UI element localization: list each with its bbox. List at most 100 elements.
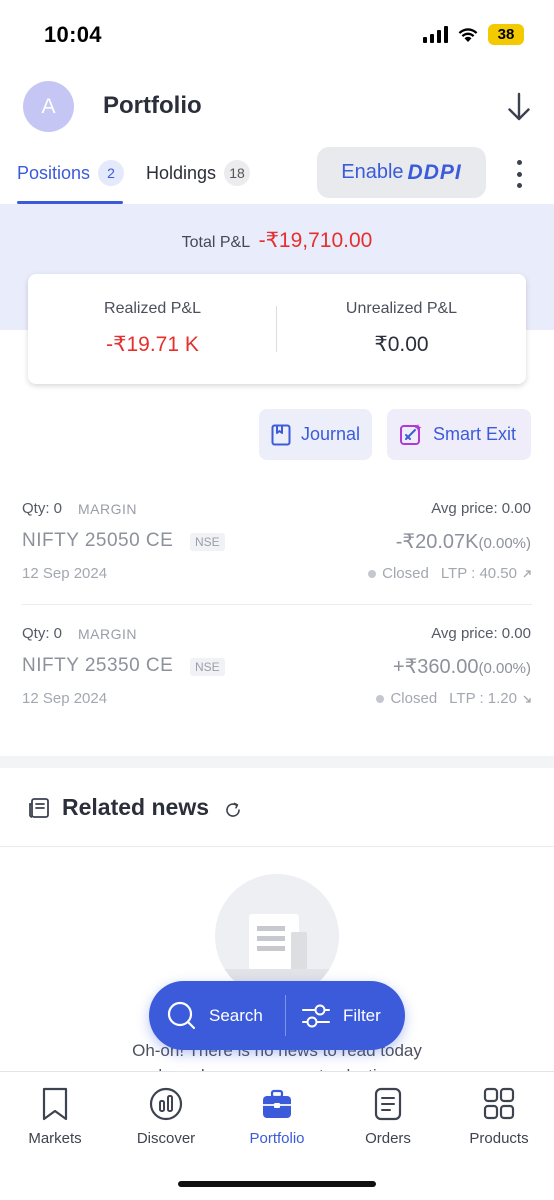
position-avg-price: Avg price: 0.00 <box>431 500 531 517</box>
position-ltp: LTP : 40.50 <box>440 565 517 582</box>
pnl-card: Realized P&L -₹19.71 K Unrealized P&L ₹0… <box>28 274 526 384</box>
filter-button[interactable]: Filter <box>301 981 381 1050</box>
app-header: A Portfolio <box>0 78 554 136</box>
refresh-icon[interactable] <box>224 801 242 819</box>
smart-exit-button[interactable]: Smart Exit <box>387 409 531 460</box>
status-dot-icon <box>368 569 377 578</box>
briefcase-icon <box>263 1089 291 1118</box>
nav-label: Markets <box>28 1130 82 1147</box>
position-date: 12 Sep 2024 <box>22 690 108 707</box>
tab-label: Holdings <box>146 162 217 183</box>
search-label: Search <box>209 1005 263 1025</box>
page-title: Portfolio <box>103 92 202 119</box>
unrealized-pnl-label: Unrealized P&L <box>345 300 458 317</box>
wifi-icon <box>458 28 478 42</box>
position-status: Closed LTP : 1.20 <box>376 690 531 707</box>
nav-label: Products <box>469 1130 529 1147</box>
position-row[interactable]: Qty: 0 MARGIN Avg price: 0.00 NIFTY 2535… <box>0 625 554 735</box>
tab-positions[interactable]: Positions 2 <box>17 160 125 186</box>
position-qty: Qty: 0 <box>22 625 63 642</box>
smart-exit-label: Smart Exit <box>433 424 517 444</box>
trend-down-icon <box>523 695 531 703</box>
news-icon <box>29 798 49 818</box>
position-date: 12 Sep 2024 <box>22 565 108 582</box>
nav-markets[interactable]: Markets <box>0 1086 110 1147</box>
status-dot-icon <box>376 694 385 703</box>
journal-button[interactable]: Journal <box>259 409 372 460</box>
position-status: Closed LTP : 40.50 <box>368 565 531 582</box>
position-pnl-value: -₹20.07K <box>395 531 479 553</box>
portfolio-tabs: Positions 2 Holdings 18 Enable DDPI <box>0 146 554 204</box>
nav-portfolio[interactable]: Portfolio <box>222 1086 332 1147</box>
enable-ddpi-button[interactable]: Enable DDPI <box>317 147 486 198</box>
empty-news-illustration <box>215 874 339 998</box>
section-separator <box>0 756 554 768</box>
news-divider <box>0 846 554 847</box>
fab-divider <box>285 995 286 1036</box>
total-pnl-label: Total P&L <box>181 234 251 251</box>
realized-pnl-label: Realized P&L <box>104 300 201 317</box>
position-qty: Qty: 0 <box>22 500 63 517</box>
total-pnl: Total P&L -₹19,710.00 <box>0 228 554 253</box>
total-pnl-value: -₹19,710.00 <box>258 229 373 252</box>
discover-icon <box>149 1087 183 1121</box>
ddpi-logo: DDPI <box>407 160 462 184</box>
position-status-label: Closed <box>390 690 438 707</box>
tab-label: Positions <box>17 162 91 183</box>
status-icons: 38 <box>423 24 524 45</box>
exchange-badge: NSE <box>190 658 225 676</box>
avatar[interactable]: A <box>23 81 74 132</box>
nav-label: Discover <box>136 1130 196 1147</box>
unrealized-pnl: Unrealized P&L ₹0.00 <box>277 274 526 384</box>
position-name: NIFTY 25350 CE <box>22 655 174 676</box>
status-bar: 10:04 38 <box>0 0 554 70</box>
position-pnl-percent: (0.00%) <box>478 535 531 552</box>
search-icon <box>167 1001 196 1029</box>
position-pnl-value: +₹360.00 <box>392 656 479 678</box>
grid-icon <box>483 1087 515 1120</box>
tab-count-badge: 18 <box>224 160 251 186</box>
tab-count-badge: 2 <box>98 160 125 186</box>
home-indicator <box>178 1181 376 1187</box>
newspaper-icon <box>215 914 339 998</box>
nav-products[interactable]: Products <box>444 1086 554 1147</box>
signal-icon <box>423 26 448 43</box>
smart-exit-icon <box>400 423 422 445</box>
journal-icon <box>271 424 291 445</box>
nav-discover[interactable]: Discover <box>111 1086 221 1147</box>
position-pnl: -₹20.07K(0.00%) <box>396 529 531 554</box>
download-icon[interactable] <box>506 90 532 124</box>
position-status-label: Closed <box>382 565 429 582</box>
position-product: MARGIN <box>78 501 137 517</box>
nav-label: Orders <box>365 1130 411 1147</box>
realized-pnl: Realized P&L -₹19.71 K <box>28 274 277 384</box>
realized-pnl-value: -₹19.71 K <box>106 333 199 356</box>
nav-orders[interactable]: Orders <box>333 1086 443 1147</box>
bookmark-icon <box>42 1087 68 1121</box>
unrealized-pnl-value: ₹0.00 <box>374 333 429 356</box>
journal-label: Journal <box>301 424 361 444</box>
filter-label: Filter <box>343 1005 381 1025</box>
ddpi-enable-label: Enable <box>341 161 404 183</box>
search-button[interactable]: Search <box>167 981 263 1050</box>
position-divider <box>22 604 532 605</box>
position-row[interactable]: Qty: 0 MARGIN Avg price: 0.00 NIFTY 2505… <box>0 500 554 610</box>
position-ltp: LTP : 1.20 <box>449 690 517 707</box>
position-avg-price: Avg price: 0.00 <box>431 625 531 642</box>
orders-icon <box>374 1087 402 1121</box>
nav-label: Portfolio <box>249 1130 305 1147</box>
search-filter-fab: Search Filter <box>149 981 405 1050</box>
exchange-badge: NSE <box>190 533 225 551</box>
news-title: Related news <box>62 794 209 820</box>
trend-up-icon <box>523 569 531 577</box>
status-time: 10:04 <box>44 22 102 47</box>
position-pnl: +₹360.00(0.00%) <box>393 654 531 679</box>
battery-indicator: 38 <box>488 24 524 45</box>
position-name: NIFTY 25050 CE <box>22 530 174 551</box>
tab-holdings[interactable]: Holdings 18 <box>146 160 251 186</box>
related-news-header: Related news <box>0 780 554 836</box>
position-pnl-percent: (0.00%) <box>478 660 531 677</box>
filter-icon <box>302 1004 330 1027</box>
more-options-icon[interactable] <box>512 160 526 188</box>
position-product: MARGIN <box>78 626 137 642</box>
